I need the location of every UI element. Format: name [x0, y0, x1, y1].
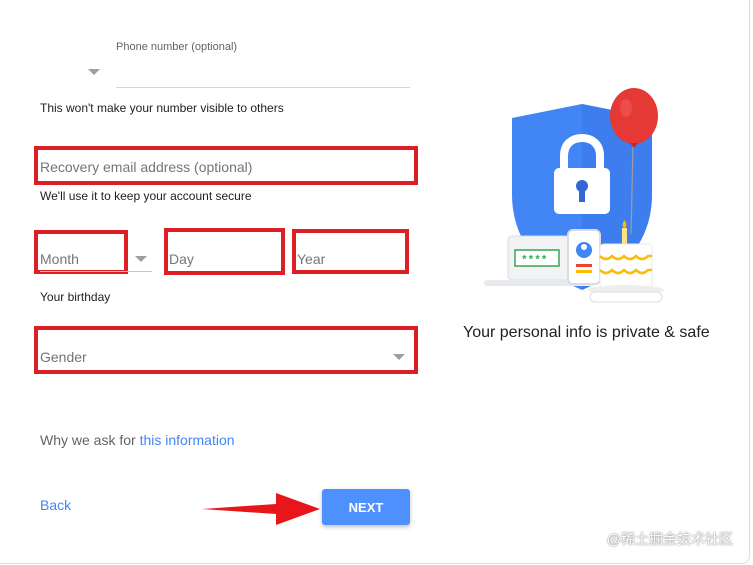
why-prefix: Why we ask for — [40, 432, 136, 448]
arrow-shape — [202, 493, 320, 525]
privacy-caption: Your personal info is private & safe — [463, 324, 710, 341]
watermark: @稀土掘金技术社区 — [606, 531, 733, 547]
cake-icon — [599, 243, 653, 289]
gender-select[interactable]: Gender — [40, 349, 87, 365]
year-input[interactable] — [297, 250, 403, 268]
month-select[interactable]: Month — [40, 251, 79, 267]
red-arrow-annotation — [202, 493, 320, 525]
gender-highlight — [34, 326, 418, 374]
birthday-label: Your birthday — [40, 290, 111, 304]
signup-card: Phone number (optional) This won't make … — [0, 0, 750, 564]
this-information-link[interactable]: this information — [140, 432, 235, 448]
phone-hint-text: This won't make your number visible to o… — [40, 101, 284, 115]
recovery-email-input[interactable] — [40, 158, 410, 176]
gender-chevron-down-icon[interactable] — [393, 354, 405, 360]
privacy-illustration: **** — [484, 88, 664, 303]
day-input[interactable] — [169, 250, 279, 268]
back-button[interactable]: Back — [40, 497, 71, 513]
month-underline — [40, 271, 152, 272]
balloon-icon — [610, 88, 658, 144]
phone-number-label: Phone number (optional) — [116, 41, 238, 53]
next-button[interactable]: NEXT — [322, 489, 410, 525]
phone-number-input[interactable] — [116, 57, 410, 88]
why-we-ask-text: Why we ask for this information — [40, 432, 235, 448]
country-dropdown-arrow-icon[interactable] — [88, 69, 100, 75]
month-chevron-down-icon[interactable] — [135, 256, 147, 262]
candle-icon — [622, 228, 627, 244]
recovery-hint-text: We'll use it to keep your account secure — [40, 189, 252, 203]
password-mask: **** — [521, 255, 547, 267]
